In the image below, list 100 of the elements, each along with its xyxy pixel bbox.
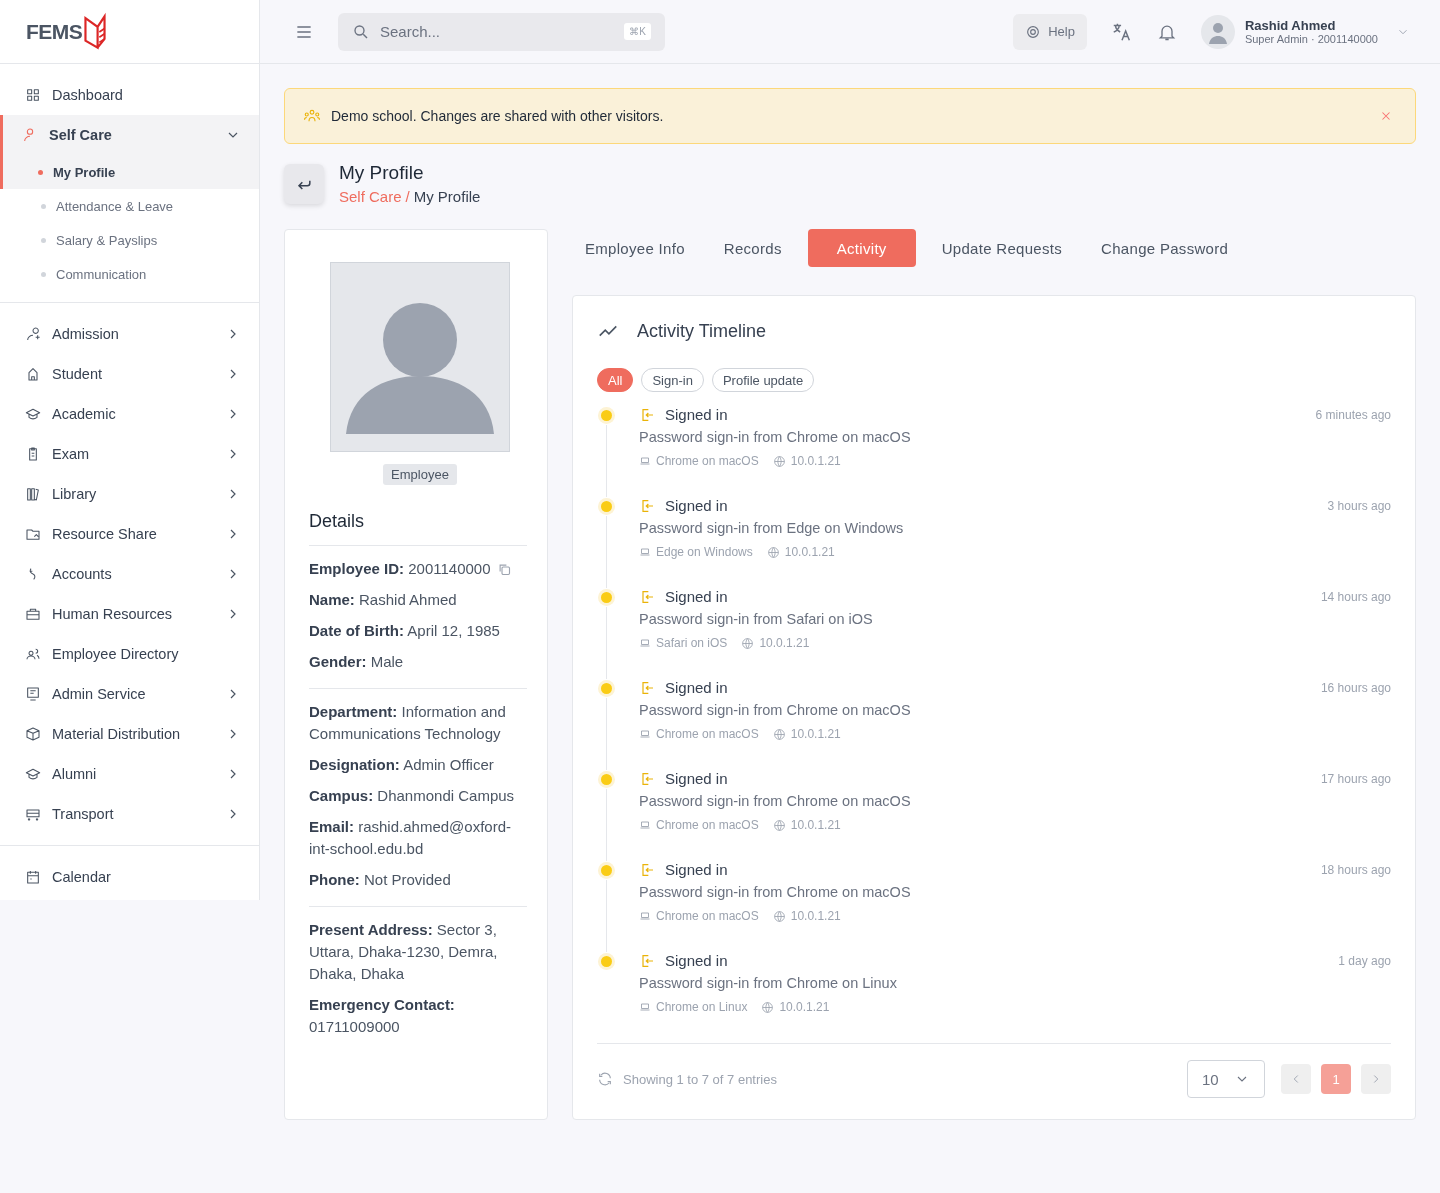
sign-in-icon (639, 770, 655, 787)
globe-icon (772, 454, 786, 468)
laptop-icon (639, 455, 651, 467)
event-time: 14 hours ago (1320, 589, 1391, 604)
sidebar-item[interactable]: Dashboard (0, 75, 259, 115)
event-device: Safari on iOS (656, 636, 728, 650)
sidebar-item[interactable]: Accounts (0, 554, 259, 594)
tab[interactable]: Employee Info (572, 229, 698, 267)
role-badge: Employee (383, 464, 457, 485)
timeline-dot (600, 865, 612, 876)
sidebar-item[interactable]: Employee Directory (0, 634, 259, 674)
event-ip: 10.0.1.21 (790, 818, 841, 832)
sidebar-item[interactable]: Human Resources (0, 594, 259, 634)
event-description: Password sign-in from Chrome on macOS (639, 429, 912, 445)
event-ip: 10.0.1.21 (790, 909, 841, 923)
sign-in-icon (639, 952, 655, 969)
laptop-icon (639, 637, 651, 649)
laptop-icon (639, 819, 651, 831)
sidebar-item[interactable]: Admin Service (0, 674, 259, 714)
book-logo-icon (82, 11, 109, 52)
sidebar-item[interactable]: Admission (0, 314, 259, 354)
nav-icon (25, 406, 41, 422)
avatar-icon[interactable] (1200, 14, 1235, 49)
logo-text: FEMS (26, 19, 83, 44)
event-description: Password sign-in from Chrome on macOS (639, 793, 912, 809)
globe-icon (772, 727, 786, 741)
detail-text: Employee ID: 2001140000 (309, 559, 491, 579)
event-title: Signed in (665, 861, 729, 878)
details-heading: Details (309, 511, 527, 546)
detail-text: Emergency Contact: 01711009000 (309, 995, 456, 1037)
timeline-dot (600, 774, 612, 785)
sidebar-item[interactable]: Calendar (0, 857, 259, 897)
filter-chip[interactable]: Profile update (711, 368, 815, 392)
globe-icon (761, 1000, 775, 1014)
sidebar-item[interactable]: Resource Share (0, 514, 259, 554)
sidebar-item[interactable]: Material Distribution (0, 714, 259, 754)
refresh-icon[interactable] (597, 1071, 613, 1087)
event-device: Chrome on Linux (656, 1000, 748, 1014)
nav-icon (25, 869, 41, 885)
nav-icon (25, 326, 41, 342)
event-description: Password sign-in from Chrome on Linux (639, 975, 898, 991)
event-description: Password sign-in from Edge on Windows (639, 520, 905, 536)
laptop-icon (639, 546, 651, 558)
event-title: Signed in (665, 497, 729, 514)
event-description: Password sign-in from Chrome on macOS (639, 884, 912, 900)
breadcrumb-current: My Profile (413, 188, 481, 205)
event-device: Chrome on macOS (656, 727, 759, 741)
sidebar-item[interactable]: Exam (0, 434, 259, 474)
sidebar-subitem[interactable]: Communication (0, 257, 259, 291)
event-description: Password sign-in from Chrome on macOS (639, 702, 912, 718)
filter-chip[interactable]: Sign-in (641, 368, 704, 392)
sidebar-item[interactable]: Academic (0, 394, 259, 434)
event-time: 17 hours ago (1320, 771, 1391, 786)
sidebar-item[interactable]: Self Care (0, 115, 259, 155)
event-time: 16 hours ago (1320, 680, 1391, 695)
event-device: Chrome on macOS (656, 818, 759, 832)
sign-in-icon (639, 406, 655, 423)
nav-icon (25, 606, 41, 622)
sidebar-item[interactable]: Student (0, 354, 259, 394)
nav-icon (25, 366, 41, 382)
event-device: Chrome on macOS (656, 454, 759, 468)
laptop-icon (639, 1001, 651, 1013)
sidebar-item[interactable]: Transport (0, 794, 259, 834)
event-ip: 10.0.1.21 (790, 727, 841, 741)
sidebar-subitem[interactable]: Salary & Payslips (0, 223, 259, 257)
globe-icon (772, 818, 786, 832)
nav-icon (25, 486, 41, 502)
laptop-icon (639, 910, 651, 922)
nav-icon (25, 526, 41, 542)
detail-text: Phone: Not Provided (309, 870, 451, 890)
tab[interactable]: Records (710, 229, 795, 267)
event-ip: 10.0.1.21 (779, 1000, 830, 1014)
help-button[interactable]: Help (1013, 13, 1087, 50)
tab[interactable]: Update Requests (928, 229, 1076, 267)
lifebuoy-icon (1025, 23, 1042, 40)
page-size-select[interactable]: 10 (1187, 1060, 1265, 1098)
event-description: Password sign-in from Safari on iOS (639, 611, 874, 627)
globe-icon (772, 909, 786, 923)
tab[interactable]: Change Password (1088, 229, 1242, 267)
detail-text: Date of Birth: April 12, 1985 (309, 621, 500, 641)
sidebar-subitem[interactable]: My Profile (0, 155, 259, 189)
timeline-dot (600, 592, 612, 603)
sign-in-icon (639, 861, 655, 878)
timeline-dot (600, 683, 612, 694)
nav-icon (25, 726, 41, 742)
page-title: My Profile (339, 162, 425, 184)
sign-in-icon (639, 497, 655, 514)
nav-icon (25, 766, 41, 782)
timeline-dot (600, 956, 612, 967)
event-time: 1 day ago (1338, 953, 1391, 968)
copy-icon[interactable] (496, 561, 512, 577)
detail-text: Present Address: Sector 3, Uttara, Dhaka-1230, Demra, Dhaka, Dhaka (309, 920, 499, 984)
back-button[interactable] (284, 163, 324, 204)
timeline-dot (600, 501, 612, 512)
sidebar-subitem[interactable]: Attendance & Leave (0, 189, 259, 223)
breadcrumb-separator: / (405, 188, 410, 205)
event-time: 3 hours ago (1327, 498, 1391, 513)
detail-text: Campus: Dhanmondi Campus (309, 786, 515, 806)
sidebar-item[interactable]: Library (0, 474, 259, 514)
sidebar-item[interactable]: Alumni (0, 754, 259, 794)
